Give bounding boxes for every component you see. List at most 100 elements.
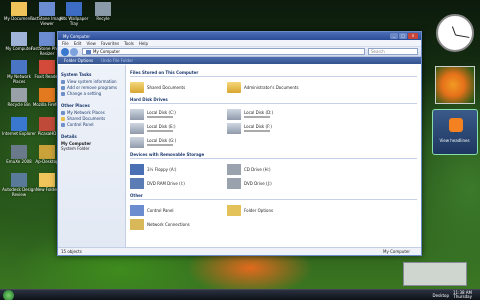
content-pane: Files Stored on This Computer Shared Doc… bbox=[126, 65, 421, 247]
picasa-icon bbox=[39, 117, 55, 131]
folder-icon bbox=[227, 81, 241, 93]
taskbar: Desktop 11:38 AM Thursday bbox=[0, 289, 480, 300]
address-text: My Computer bbox=[93, 48, 120, 54]
foxit-reader-icon bbox=[39, 60, 55, 74]
menu-view[interactable]: View bbox=[86, 41, 96, 46]
item-control-panel[interactable]: Control Panel bbox=[130, 203, 227, 217]
drive-label: Local Disk (F:) bbox=[244, 124, 272, 129]
item-shared-documents[interactable]: Shared Documents bbox=[130, 80, 227, 94]
item-local-disk[interactable]: Local Disk (G:) bbox=[130, 135, 227, 149]
ap-desktop-icon bbox=[39, 145, 55, 159]
feeds-gadget[interactable]: View headlines bbox=[431, 109, 478, 155]
start-button[interactable] bbox=[3, 289, 14, 300]
my-computer-icon bbox=[11, 32, 27, 46]
dvd-ram-icon bbox=[130, 177, 144, 189]
item-cd-drive[interactable]: CD Drive (H:) bbox=[227, 162, 324, 176]
desktop-icon-label: Recyle bbox=[96, 16, 110, 21]
close-button[interactable]: × bbox=[408, 33, 418, 39]
section-other: Other bbox=[130, 193, 417, 200]
sidebar-gadgets: View headlines bbox=[431, 14, 478, 155]
place-control-panel[interactable]: Control Panel bbox=[61, 122, 122, 128]
search-input[interactable]: Search bbox=[368, 48, 418, 55]
item-local-disk[interactable]: Local Disk (F:) bbox=[227, 121, 324, 135]
drive-usage-bar bbox=[147, 144, 173, 146]
tray-desktop-label[interactable]: Desktop bbox=[433, 293, 450, 298]
recyle-icon bbox=[95, 2, 111, 16]
hard-disk-icon bbox=[130, 136, 144, 148]
menu-tools[interactable]: Tools bbox=[124, 41, 134, 46]
hard-disk-icon bbox=[227, 108, 241, 120]
address-bar: My Computer Search bbox=[58, 47, 421, 57]
new-folder-icon bbox=[39, 173, 55, 187]
item-local-disk[interactable]: Local Disk (C:) bbox=[130, 107, 227, 121]
folder-icon bbox=[130, 81, 144, 93]
status-location: My Computer bbox=[383, 249, 410, 254]
item-floppy[interactable]: 3½ Floppy (A:) bbox=[130, 162, 227, 176]
menu-bar: File Edit View Favorites Tools Help bbox=[58, 40, 421, 47]
settings-icon bbox=[61, 92, 65, 96]
slideshow-gadget[interactable] bbox=[434, 66, 475, 104]
hard-disk-icon bbox=[130, 122, 144, 134]
menu-help[interactable]: Help bbox=[139, 41, 148, 46]
firefox-icon bbox=[39, 88, 55, 102]
faststone-resizer-icon bbox=[39, 32, 55, 46]
drive-label: Local Disk (D:) bbox=[244, 110, 274, 115]
back-icon[interactable] bbox=[61, 47, 69, 56]
my-documents-icon bbox=[11, 2, 27, 16]
computer-icon bbox=[86, 49, 91, 54]
forward-icon[interactable] bbox=[70, 47, 78, 56]
other-places-heading: Other Places bbox=[61, 103, 90, 108]
task-change-setting[interactable]: Change a setting bbox=[61, 91, 122, 97]
maximize-button[interactable]: □ bbox=[399, 33, 407, 39]
drive-label: Local Disk (E:) bbox=[147, 124, 176, 129]
section-stored: Files Stored on This Computer bbox=[130, 70, 417, 77]
item-admin-documents[interactable]: Administrator's Documents bbox=[227, 80, 324, 94]
section-hdd: Hard Disk Drives bbox=[130, 97, 417, 104]
item-network-connections[interactable]: Network Connections bbox=[130, 217, 227, 231]
folder-options-button[interactable]: Folder Options bbox=[64, 58, 93, 63]
control-panel-icon bbox=[130, 204, 144, 216]
status-object-count: 15 objects bbox=[61, 249, 82, 254]
system-monitor-gadget[interactable] bbox=[403, 262, 467, 286]
network-icon bbox=[61, 111, 65, 115]
feeds-label: View headlines bbox=[439, 138, 470, 143]
menu-file[interactable]: File bbox=[62, 41, 69, 46]
emuxe-icon bbox=[11, 145, 27, 159]
item-folder-options[interactable]: Folder Options bbox=[227, 203, 324, 217]
menu-edit[interactable]: Edit bbox=[74, 41, 82, 46]
dvd-drive-icon bbox=[227, 177, 241, 189]
autodesk-review-icon bbox=[11, 173, 27, 187]
undo-button[interactable]: Undo File Folder bbox=[101, 58, 133, 63]
title-bar[interactable]: My Computer _ □ × bbox=[58, 32, 421, 40]
system-tray: Desktop 11:38 AM Thursday bbox=[433, 291, 480, 299]
menu-favorites[interactable]: Favorites bbox=[101, 41, 119, 46]
drive-label: Local Disk (C:) bbox=[147, 110, 176, 115]
section-removable: Devices with Removable Storage bbox=[130, 152, 417, 159]
clock-gadget[interactable] bbox=[435, 14, 474, 52]
tray-day: Thursday bbox=[453, 294, 472, 299]
drive-usage-bar bbox=[244, 130, 270, 132]
item-local-disk[interactable]: Local Disk (E:) bbox=[130, 121, 227, 135]
folder-icon bbox=[61, 117, 65, 121]
programs-icon bbox=[61, 86, 65, 90]
system-tasks-heading: System Tasks bbox=[61, 72, 92, 77]
window-title: My Computer bbox=[63, 33, 90, 39]
faststone-viewer-icon bbox=[39, 2, 55, 16]
item-dvd-drive[interactable]: DVD Drive (J:) bbox=[227, 176, 324, 190]
network-connections-icon bbox=[130, 218, 144, 230]
minimize-button[interactable]: _ bbox=[390, 33, 398, 39]
command-bar: Folder Options Undo File Folder bbox=[58, 57, 421, 64]
internet-explorer-icon bbox=[11, 117, 27, 131]
cd-drive-icon bbox=[227, 163, 241, 175]
rss-icon bbox=[448, 118, 463, 132]
floppy-icon bbox=[130, 163, 144, 175]
drive-usage-bar bbox=[147, 116, 173, 118]
address-input[interactable]: My Computer bbox=[82, 48, 365, 55]
recycle-bin-icon bbox=[11, 88, 27, 102]
item-dvd-ram[interactable]: DVD RAM Drive (I:) bbox=[130, 176, 227, 190]
wallpaper-tray-icon bbox=[66, 2, 82, 16]
item-local-disk[interactable]: Local Disk (D:) bbox=[227, 107, 324, 121]
control-panel-icon bbox=[61, 123, 65, 127]
desktop-icon-recyle[interactable]: Recyle bbox=[86, 2, 120, 21]
my-computer-window[interactable]: My Computer _ □ × File Edit View Favorit… bbox=[57, 31, 422, 256]
